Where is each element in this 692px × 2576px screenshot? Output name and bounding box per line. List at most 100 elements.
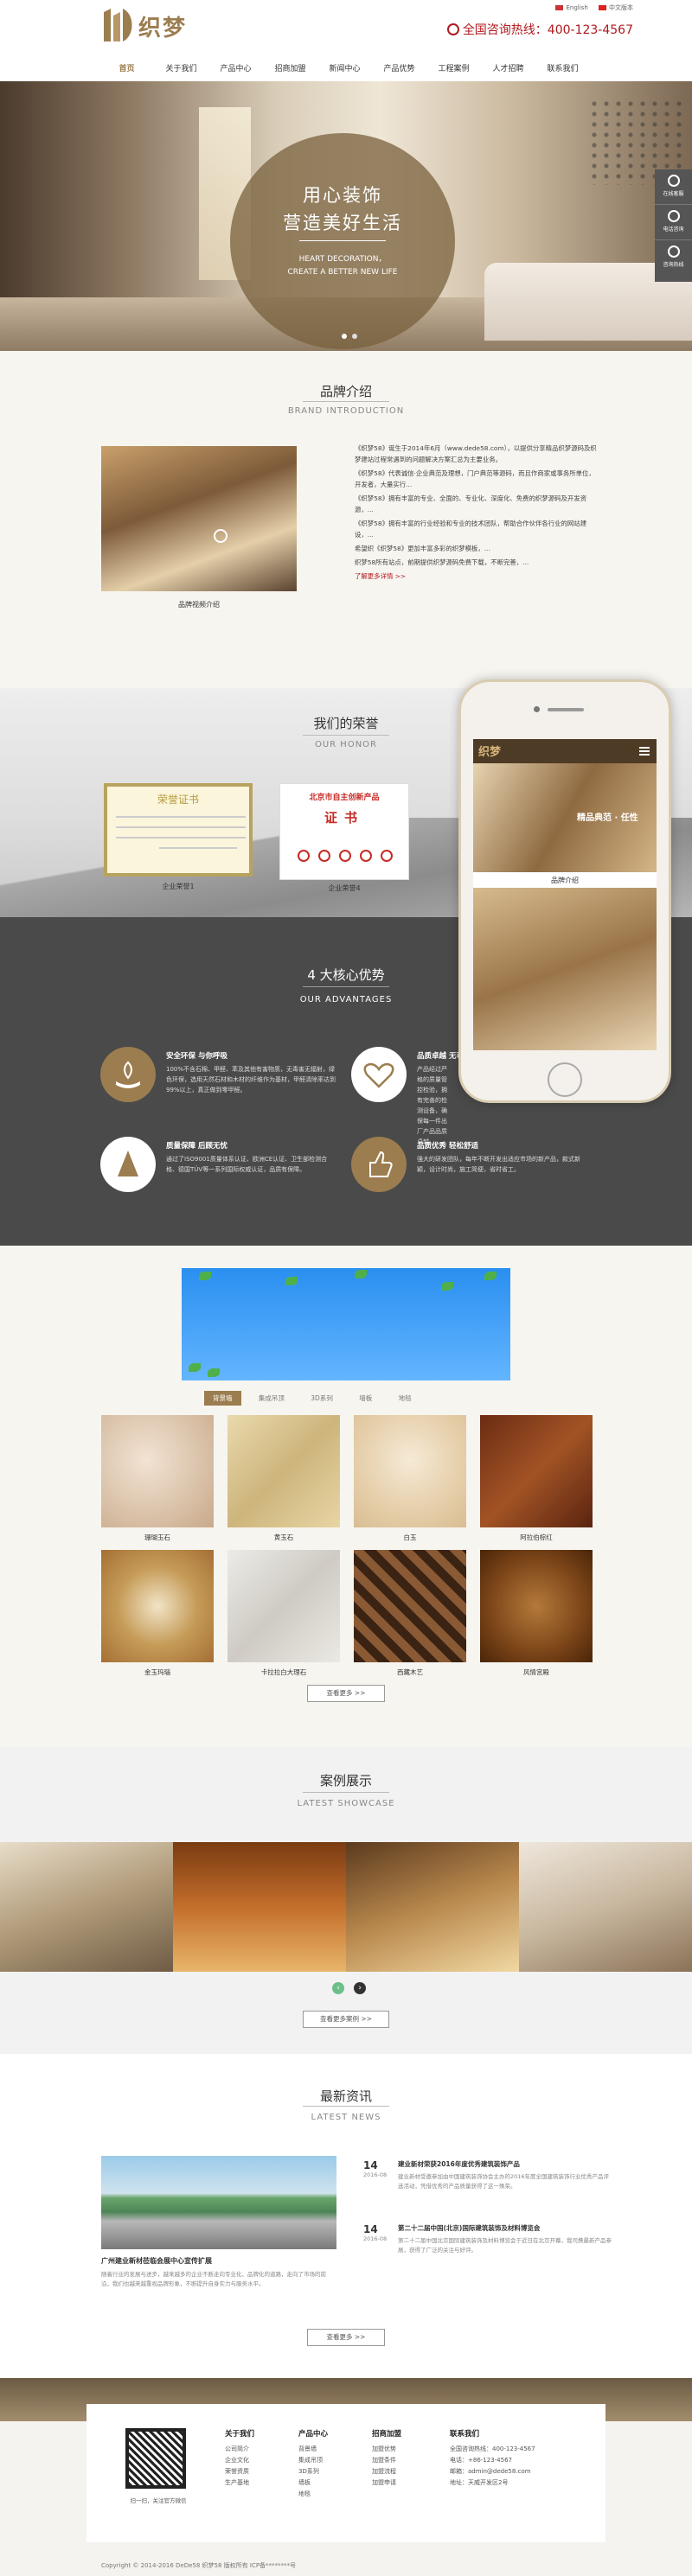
product-tile[interactable] <box>101 1415 214 1527</box>
footer-link[interactable]: 公司简介 <box>225 2444 254 2455</box>
logo-icon[interactable] <box>102 7 135 45</box>
nav-products[interactable]: 产品中心 <box>208 57 263 78</box>
cases-carousel-controls: ‹ › <box>329 1982 369 1994</box>
product-tile[interactable] <box>227 1415 340 1527</box>
certificate-line <box>116 816 246 818</box>
nav-franchise[interactable]: 招商加盟 <box>263 57 317 78</box>
phone-icon <box>667 210 680 222</box>
case-image[interactable] <box>519 1842 692 1972</box>
case-image[interactable] <box>0 1842 173 1972</box>
footer-link[interactable]: 加盟优势 <box>372 2444 401 2455</box>
footer-link[interactable]: 地毯 <box>298 2489 328 2500</box>
tab-ceiling[interactable]: 集成吊顶 <box>250 1391 293 1406</box>
nav-advantages[interactable]: 产品优势 <box>372 57 426 78</box>
footer-col-franchise: 招商加盟 加盟优势 加盟条件 加盟流程 加盟申请 <box>372 2428 401 2489</box>
nav-news[interactable]: 新闻中心 <box>317 57 372 78</box>
hero-dot[interactable] <box>342 334 347 339</box>
phone-screen[interactable]: 织梦 精品典范 · 任性 品牌介绍 <box>473 739 657 1050</box>
footer-link[interactable]: 墙板 <box>298 2477 328 2489</box>
news-headline[interactable]: 建业新材荣获2016年度优秀建筑装饰产品 <box>398 2159 614 2169</box>
news-month: 2016-08 <box>363 2171 388 2178</box>
nav-about[interactable]: 关于我们 <box>154 57 208 78</box>
speaker <box>548 708 584 711</box>
leaf-icon <box>441 1282 453 1291</box>
hero-caption-circle: 用心装饰 营造美好生活 HEART DECORATION， CREATE A B… <box>230 133 455 349</box>
tab-3d[interactable]: 3D系列 <box>302 1391 342 1406</box>
footer-link[interactable]: 加盟申请 <box>372 2477 401 2489</box>
news-item[interactable]: 14 2016-08 <box>363 2159 387 2178</box>
product-tile[interactable] <box>227 1550 340 1662</box>
tab-wall-panel[interactable]: 墙板 <box>350 1391 381 1406</box>
title-divider <box>303 735 389 736</box>
products-banner <box>182 1268 510 1380</box>
footer-link[interactable]: 加盟流程 <box>372 2466 401 2477</box>
honor-certificate-2[interactable]: 北京市自主创新产品 证书 <box>279 783 409 880</box>
lang-english[interactable]: English <box>555 4 588 11</box>
certificate-title: 北京市自主创新产品 <box>309 794 380 802</box>
product-tile[interactable] <box>354 1550 466 1662</box>
brand-name[interactable]: 织梦 <box>138 10 187 42</box>
news-headline[interactable]: 第二十二届中国(北京)国际建筑装饰及材料博览会 <box>398 2223 614 2233</box>
brand-subtitle: BRAND INTRODUCTION <box>287 406 405 416</box>
product-tile[interactable] <box>480 1415 593 1527</box>
footer-link[interactable]: 背景墙 <box>298 2444 328 2455</box>
hero-banner[interactable]: 用心装饰 营造美好生活 HEART DECORATION， CREATE A B… <box>0 81 692 351</box>
product-tile[interactable] <box>101 1550 214 1662</box>
certificate-title: 证书 <box>324 810 364 826</box>
phone-logo: 织梦 <box>478 746 502 759</box>
chat-icon <box>667 175 680 187</box>
seal-icon <box>381 850 393 862</box>
lang-chinese[interactable]: 中文版本 <box>599 4 633 11</box>
news-day: 14 <box>363 2223 378 2235</box>
honor-certificate-1[interactable]: 荣誉证书 <box>104 783 253 877</box>
footer-link[interactable]: 3D系列 <box>298 2466 328 2477</box>
news-feature-title[interactable]: 广州建业新材莅临会展中心宣传扩展 <box>101 2256 212 2266</box>
brand-more-link[interactable]: 了解更多详情 >> <box>355 571 599 582</box>
side-online-service[interactable]: 在线客服 <box>655 169 692 205</box>
news-feature-image[interactable] <box>101 2156 336 2249</box>
brand-video[interactable] <box>101 446 297 591</box>
side-phone-consult[interactable]: 电话咨询 <box>655 205 692 240</box>
prev-arrow-icon[interactable]: ‹ <box>332 1982 344 1994</box>
news-month: 2016-08 <box>363 2235 388 2242</box>
site-footer: 扫一扫，关注官方微信 关于我们 公司简介 企业文化 荣誉资质 生产基地 产品中心… <box>0 2378 692 2576</box>
phone-caption: 品牌介绍 <box>551 877 579 884</box>
tab-background-wall[interactable]: 背景墙 <box>204 1391 241 1406</box>
hero-subtitle-1: HEART DECORATION， <box>298 255 387 264</box>
case-image[interactable] <box>346 1842 519 1972</box>
copyright: Copyright © 2014-2016 DeDe58 织梦58 版权所有 I… <box>101 2562 297 2569</box>
side-hotline[interactable]: 咨询热线 <box>655 240 692 276</box>
title-divider <box>303 986 389 987</box>
case-image[interactable] <box>173 1842 346 1972</box>
nav-home[interactable]: 首页 <box>99 57 154 78</box>
product-tile[interactable] <box>480 1550 593 1662</box>
brand-paragraph: 织梦58所有站点，前期提供织梦源码免费下载，不断完善，... <box>355 558 529 566</box>
footer-link[interactable]: 加盟条件 <box>372 2455 401 2466</box>
footer-link[interactable]: 生产基地 <box>225 2477 254 2489</box>
next-arrow-icon[interactable]: › <box>354 1982 367 1994</box>
brand-paragraph: 希望织《织梦58》更加丰富多彩的织梦模板，... <box>355 545 490 552</box>
footer-col-products: 产品中心 背景墙 集成吊顶 3D系列 墙板 地毯 <box>298 2428 328 2500</box>
nav-jobs[interactable]: 人才招聘 <box>481 57 535 78</box>
nav-contact[interactable]: 联系我们 <box>535 57 590 78</box>
footer-link[interactable]: 荣誉资质 <box>225 2466 254 2477</box>
cases-more-button[interactable]: 查看更多案例 >> <box>303 2011 389 2028</box>
honor-caption-1: 企业荣誉1 <box>162 883 195 890</box>
news-item[interactable]: 14 2016-08 <box>363 2223 387 2242</box>
menu-icon[interactable] <box>639 747 650 749</box>
product-tile[interactable] <box>354 1415 466 1527</box>
news-item-body: 建业新材荣获2016年度优秀建筑装饰产品 建业新材受邀参加由中国建筑装饰协会主办… <box>398 2159 614 2191</box>
hero-title-1: 用心装饰 <box>303 185 382 206</box>
footer-link[interactable]: 企业文化 <box>225 2455 254 2466</box>
footer-link[interactable]: 集成吊顶 <box>298 2455 328 2466</box>
footer-contact: 电话：+86-123-4567 <box>450 2457 512 2464</box>
nav-cases[interactable]: 工程案例 <box>426 57 481 78</box>
news-more-button[interactable]: 查看更多 >> <box>307 2329 385 2346</box>
phone-call-icon <box>667 245 680 258</box>
tab-carpet[interactable]: 地毯 <box>390 1391 420 1406</box>
play-icon[interactable] <box>214 529 227 543</box>
hero-dot[interactable] <box>352 334 357 339</box>
hotline: 全国咨询热线：400-123-4567 <box>446 21 633 38</box>
language-switch: English 中文版本 <box>547 3 633 12</box>
products-more-button[interactable]: 查看更多 >> <box>307 1685 385 1702</box>
